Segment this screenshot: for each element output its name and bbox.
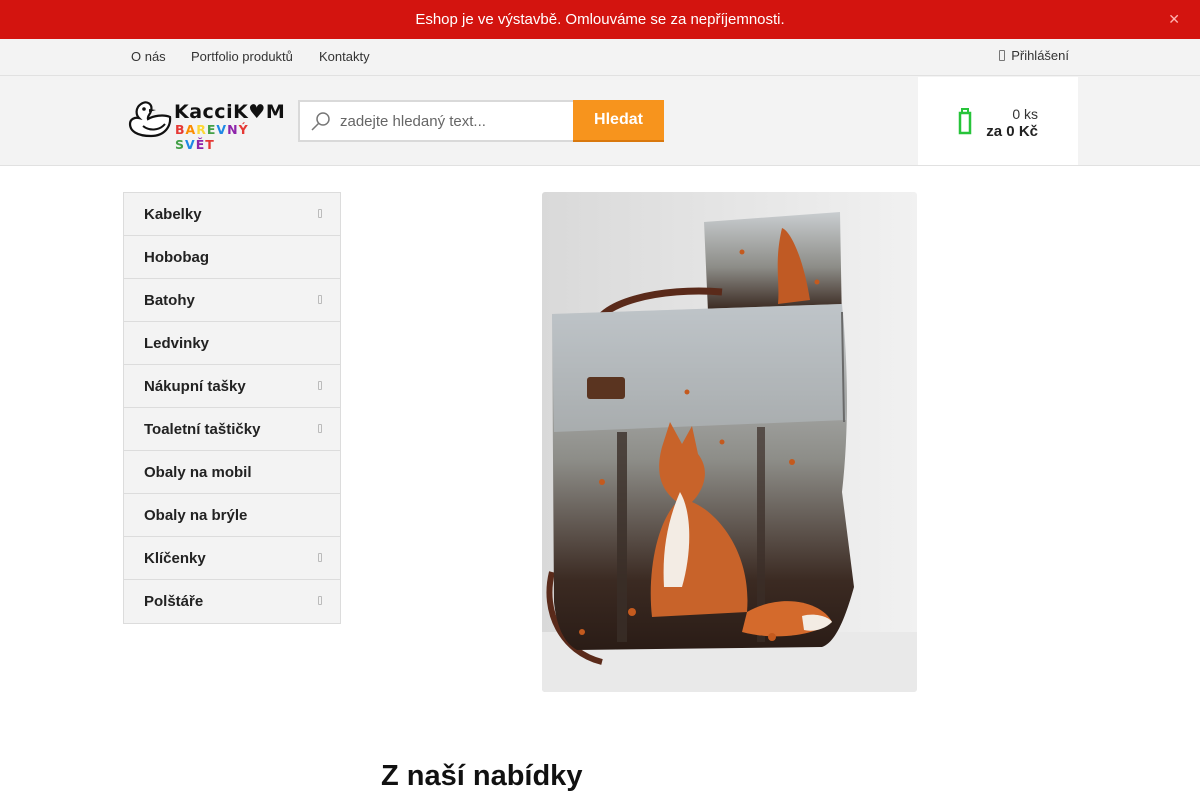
- sidebar-item-label: Hobobag: [144, 249, 209, 266]
- sidebar-item-label: Obaly na mobil: [144, 464, 252, 481]
- sidebar-item-kabelky[interactable]: Kabelky: [124, 193, 340, 236]
- sidebar-item-label: Polštáře: [144, 593, 204, 610]
- cart-icon: [958, 108, 972, 135]
- sidebar-item-batohy[interactable]: Batohy: [124, 279, 340, 322]
- sidebar-item-label: Kabelky: [144, 206, 202, 223]
- section-title: Z naší nabídky: [381, 760, 583, 792]
- search-icon: [311, 112, 330, 131]
- sidebar-item-hobobag[interactable]: Hobobag: [124, 236, 340, 279]
- sidebar-item-label: Klíčenky: [144, 550, 206, 567]
- nav-link-portfolio[interactable]: Portfolio produktů: [191, 49, 293, 64]
- duck-logo-icon: [128, 101, 172, 138]
- sidebar-item-label: Ledvinky: [144, 335, 210, 352]
- search-input[interactable]: [340, 102, 570, 140]
- banner-image[interactable]: [542, 192, 917, 692]
- sidebar-item-nakupni-tasky[interactable]: Nákupní tašky: [124, 365, 340, 408]
- sidebar-item-label: Nákupní tašky: [144, 378, 246, 395]
- sidebar-item-polstare[interactable]: Polštáře: [124, 580, 340, 623]
- top-nav: O nás Portfolio produktů Kontakty Přihlá…: [0, 39, 1200, 76]
- chevron-right-icon: [318, 424, 322, 433]
- category-sidebar: Kabelky Hobobag Batohy Ledvinky Nákupní …: [123, 192, 341, 624]
- user-icon: [999, 50, 1006, 61]
- notice-text: Eshop je ve výstavbě. Omlouváme se za ne…: [415, 11, 785, 28]
- header: KacciK♥M BAREVNÝ SVĚT Hledat 0 ks za 0 K…: [0, 76, 1200, 166]
- logo-name: KacciK♥M: [174, 101, 286, 123]
- nav-link-about[interactable]: O nás: [131, 49, 166, 64]
- chevron-right-icon: [318, 596, 322, 605]
- logo-tagline: BAREVNÝ SVĚT: [175, 122, 249, 152]
- banner-fox-backpack-image: [542, 192, 917, 692]
- sidebar-item-label: Obaly na brýle: [144, 507, 248, 524]
- chevron-right-icon: [318, 209, 322, 218]
- notice-bar: Eshop je ve výstavbě. Omlouváme se za ne…: [0, 0, 1200, 39]
- logo[interactable]: KacciK♥M BAREVNÝ SVĚT: [127, 99, 285, 152]
- sidebar-item-toaletni-tasticky[interactable]: Toaletní taštičky: [124, 408, 340, 451]
- sidebar-item-label: Toaletní taštičky: [144, 421, 261, 438]
- sidebar-item-obaly-na-mobil[interactable]: Obaly na mobil: [124, 451, 340, 494]
- sidebar-item-obaly-na-bryle[interactable]: Obaly na brýle: [124, 494, 340, 537]
- search-button[interactable]: Hledat: [573, 100, 664, 142]
- chevron-right-icon: [318, 295, 322, 304]
- sidebar-item-ledvinky[interactable]: Ledvinky: [124, 322, 340, 365]
- cart-button[interactable]: 0 ks za 0 Kč: [918, 77, 1078, 165]
- sidebar-item-label: Batohy: [144, 292, 195, 309]
- nav-link-contacts[interactable]: Kontakty: [319, 49, 370, 64]
- cart-count: 0 ks: [1012, 106, 1038, 122]
- close-icon[interactable]: ✕: [1168, 11, 1180, 28]
- chevron-right-icon: [318, 553, 322, 562]
- login-link[interactable]: Přihlášení: [999, 48, 1069, 63]
- search-box: [298, 100, 575, 142]
- chevron-right-icon: [318, 381, 322, 390]
- sidebar-item-klicenky[interactable]: Klíčenky: [124, 537, 340, 580]
- login-label: Přihlášení: [1011, 48, 1069, 63]
- cart-total: za 0 Kč: [986, 123, 1038, 140]
